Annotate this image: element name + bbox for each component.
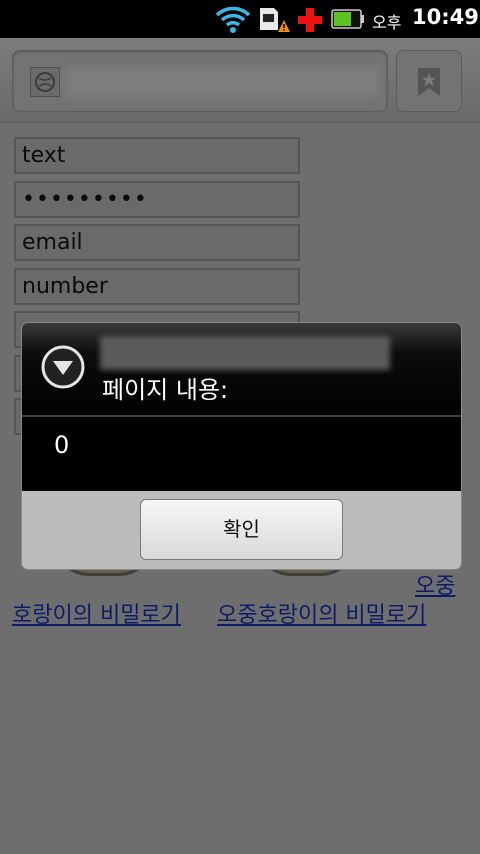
status-time: 10:49 [412, 5, 479, 29]
number-input[interactable]: number [14, 268, 300, 305]
dialog-body: 0 [22, 417, 461, 491]
browser-title-bar [0, 38, 480, 123]
dialog-footer: 확인 [22, 491, 461, 569]
link-text[interactable]: 호랑이의 비밀로기 [12, 597, 181, 629]
dialog-title: 페이지 내용: [102, 376, 229, 404]
wifi-icon [215, 6, 251, 33]
dialog-message: 0 [54, 431, 70, 459]
bookmark-star-icon [418, 68, 440, 96]
email-input[interactable]: email [14, 224, 300, 261]
bookmark-button[interactable] [396, 50, 462, 112]
url-text-blurred [65, 67, 379, 97]
sd-card-warning-icon [260, 8, 290, 32]
dialog-header: 페이지 내용: [22, 323, 461, 415]
medical-cross-icon [298, 8, 322, 32]
alert-info-icon [41, 345, 85, 389]
link-text[interactable]: 오중호랑이의 비밀로기 [217, 597, 426, 629]
alert-dialog: 페이지 내용: 0 확인 [21, 322, 462, 570]
status-ampm: 오후 [372, 13, 402, 32]
link-text[interactable]: 오중 [415, 568, 455, 600]
ok-button[interactable]: 확인 [140, 499, 343, 560]
dialog-url-blurred [100, 336, 390, 370]
password-input[interactable]: ••••••••• [14, 181, 300, 218]
url-bar[interactable] [12, 50, 388, 112]
battery-icon [331, 9, 364, 29]
status-bar: 오후 10:49 [0, 0, 480, 38]
globe-icon [30, 67, 60, 97]
text-input[interactable]: text [14, 137, 300, 174]
